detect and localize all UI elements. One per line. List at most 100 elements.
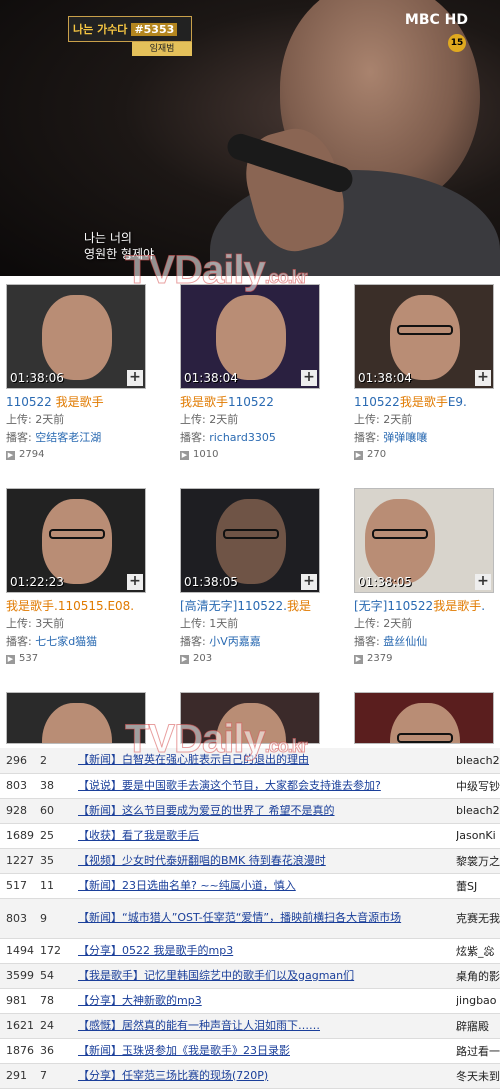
uploader-link[interactable]: 七七家d猫猫	[35, 635, 97, 648]
thread-row: 1621 24 【感慨】居然真的能有一种声音让人泪如雨下…… 辟寤殿	[0, 1013, 500, 1038]
thumbnail-glasses	[49, 529, 105, 539]
video-title[interactable]: [高清无字]110522.我是	[180, 597, 322, 615]
thread-replies: 78	[40, 994, 54, 1007]
video-title[interactable]: [无字]110522我是歌手.	[354, 597, 496, 615]
video-card[interactable]	[6, 692, 148, 744]
video-thumbnail[interactable]	[6, 692, 146, 744]
play-count: ▶ 203	[180, 651, 322, 667]
thread-author[interactable]: 炫紫_惢	[456, 938, 500, 963]
thread-author[interactable]: JasonKi	[456, 823, 500, 848]
thread-title-link[interactable]: 【视频】少女时代泰妍翻唱的BMK 待到春花浪漫时	[78, 854, 326, 867]
thread-author[interactable]: 黎裳万之	[456, 848, 500, 873]
thread-author[interactable]: bleach2	[456, 748, 500, 773]
thread-title-link[interactable]: 【说说】要是中国歌手去演这个节目，大家都会支持谁去参加?	[78, 779, 381, 792]
upload-time: 上传: 1天前	[180, 617, 239, 630]
forum-thread-list: 296 2 【新闻】白智英在强心脏表示自己的退出的理由 bleach2 803 38 【说…	[0, 748, 500, 1088]
thread-title-cell: 【分享】0522 我是歌手的mp3	[78, 938, 456, 963]
video-title[interactable]: 我是歌手.110515.E08.	[6, 597, 148, 615]
thread-row: 981 78 【分享】大神新歌的mp3 jingbao	[0, 988, 500, 1013]
video-card[interactable]: 01:22:23 + 我是歌手.110515.E08. 上传: 3天前 播客: …	[6, 488, 148, 667]
upload-time: 上传: 2天前	[180, 413, 239, 426]
video-thumbnail[interactable]: 01:38:04 +	[180, 284, 320, 389]
video-card[interactable]: 01:38:05 + [高清无字]110522.我是 上传: 1天前 播客: 小…	[180, 488, 322, 667]
thread-title-link[interactable]: 【收获】看了我是歌手后	[78, 829, 199, 842]
play-count: ▶ 537	[6, 651, 148, 667]
thread-author[interactable]: jingbao	[456, 988, 500, 1013]
thread-views: 291	[6, 1069, 27, 1082]
video-card[interactable]: 01:38:05 + [无字]110522我是歌手. 上传: 2天前 播客: 盘…	[354, 488, 496, 667]
video-thumbnail[interactable]: 01:38:04 +	[354, 284, 494, 389]
thread-title-link[interactable]: 【新闻】“城市猎人”OST-任宰范“爱情”，播映前横扫各大音源市场	[78, 911, 401, 924]
video-title-highlight: 我是歌手	[6, 599, 55, 613]
uploader-row: 播客: 七七家d猫猫	[6, 633, 148, 651]
thread-views: 1876	[6, 1044, 34, 1057]
thread-row: 296 2 【新闻】白智英在强心脏表示自己的退出的理由 bleach2	[0, 748, 500, 773]
uploader-link[interactable]: 弹弹嚷嚷	[383, 431, 427, 444]
uploader-link[interactable]: richard3305	[209, 431, 276, 444]
thread-author[interactable]: 冬天未到	[456, 1063, 500, 1088]
thread-title-cell: 【新闻】这么节目要成为爱豆的世界了 希望不是真的	[78, 798, 456, 823]
uploader-row: 播客: 空结客老江湖	[6, 429, 148, 447]
thread-author[interactable]: 克赛无我	[456, 898, 500, 938]
video-title[interactable]: 我是歌手110522	[180, 393, 322, 411]
add-to-list-icon[interactable]: +	[301, 370, 317, 386]
thread-row: 291 7 【分享】任宰范三场比赛的现场(720P) 冬天未到	[0, 1063, 500, 1088]
thread-title-link[interactable]: 【感慨】居然真的能有一种声音让人泪如雨下……	[78, 1019, 320, 1032]
uploader-link[interactable]: 盘丝仙仙	[383, 635, 427, 648]
video-thumbnail[interactable]	[354, 692, 494, 744]
thread-title-link[interactable]: 【新闻】23日选曲名单? ~~纯属小道，慎入	[78, 879, 296, 892]
thread-author[interactable]: 中级写钞	[456, 773, 500, 798]
play-count-value: 537	[19, 653, 39, 664]
thread-title-link[interactable]: 【分享】大神新歌的mp3	[78, 994, 202, 1007]
thumbnail-face	[216, 295, 286, 380]
thread-row: 1227 35 【视频】少女时代泰妍翻唱的BMK 待到春花浪漫时 黎裳万之	[0, 848, 500, 873]
add-to-list-icon[interactable]: +	[127, 574, 143, 590]
thread-replies: 11	[40, 879, 54, 892]
add-to-list-icon[interactable]: +	[475, 574, 491, 590]
video-thumbnail[interactable]: 01:38:05 +	[180, 488, 320, 593]
video-card[interactable]: 01:38:06 + 110522 我是歌手 上传: 2天前 播客: 空结客老江…	[6, 284, 148, 463]
add-to-list-icon[interactable]: +	[475, 370, 491, 386]
thread-views: 1689	[6, 829, 34, 842]
add-to-list-icon[interactable]: +	[127, 370, 143, 386]
video-card[interactable]: 01:38:04 + 110522我是歌手E9. 上传: 2天前 播客: 弹弹嚷…	[354, 284, 496, 463]
thumbnail-glasses	[397, 733, 453, 743]
uploader-label: 播客:	[6, 635, 36, 648]
play-count: ▶ 270	[354, 447, 496, 463]
thread-author[interactable]: 蕾SJ	[456, 873, 500, 898]
video-card[interactable]: 01:38:04 + 我是歌手110522 上传: 2天前 播客: richar…	[180, 284, 322, 463]
play-count-value: 1010	[193, 449, 219, 460]
video-title-highlight: 我是歌手	[399, 395, 448, 409]
thread-views: 981	[6, 994, 27, 1007]
thread-row: 517 11 【新闻】23日选曲名单? ~~纯属小道，慎入 蕾SJ	[0, 873, 500, 898]
thread-title-link[interactable]: 【分享】0522 我是歌手的mp3	[78, 944, 233, 957]
uploader-link[interactable]: 小V丙嘉嘉	[209, 635, 261, 648]
add-to-list-icon[interactable]: +	[301, 574, 317, 590]
thread-author[interactable]: bleach2	[456, 798, 500, 823]
thread-title-link[interactable]: 【新闻】白智英在强心脏表示自己的退出的理由	[78, 753, 309, 766]
video-thumbnail[interactable]	[180, 692, 320, 744]
thread-author[interactable]: 辟寤殿	[456, 1013, 500, 1038]
play-count: ▶ 1010	[180, 447, 322, 463]
video-card[interactable]	[180, 692, 322, 744]
thread-author[interactable]: 桌角的影	[456, 963, 500, 988]
video-card[interactable]	[354, 692, 496, 744]
thread-title-cell: 【分享】大神新歌的mp3	[78, 988, 456, 1013]
video-thumbnail[interactable]: 01:22:23 +	[6, 488, 146, 593]
thread-author[interactable]: 路过看一	[456, 1038, 500, 1063]
video-thumbnail[interactable]: 01:38:06 +	[6, 284, 146, 389]
thread-views: 3599	[6, 969, 34, 982]
thread-row: 803 38 【说说】要是中国歌手去演这个节目，大家都会支持谁去参加? 中级写钞	[0, 773, 500, 798]
video-title-highlight: 我是	[287, 599, 312, 613]
video-thumbnail[interactable]: 01:38:05 +	[354, 488, 494, 593]
uploader-label: 播客:	[6, 431, 36, 444]
video-title[interactable]: 110522我是歌手E9.	[354, 393, 496, 411]
thread-title-link[interactable]: 【新闻】这么节目要成为爱豆的世界了 希望不是真的	[78, 804, 335, 817]
thread-title-link[interactable]: 【新闻】玉珠贤参加《我是歌手》23日录影	[78, 1044, 290, 1057]
video-title[interactable]: 110522 我是歌手	[6, 393, 148, 411]
thread-replies: 172	[40, 944, 61, 957]
thread-title-link[interactable]: 【分享】任宰范三场比赛的现场(720P)	[78, 1069, 268, 1082]
thread-title-link[interactable]: 【我是歌手】记忆里韩国综艺中的歌手们以及gagman们	[78, 969, 354, 982]
video-title-suffix: .110515.E08.	[54, 599, 135, 613]
uploader-link[interactable]: 空结客老江湖	[35, 431, 101, 444]
